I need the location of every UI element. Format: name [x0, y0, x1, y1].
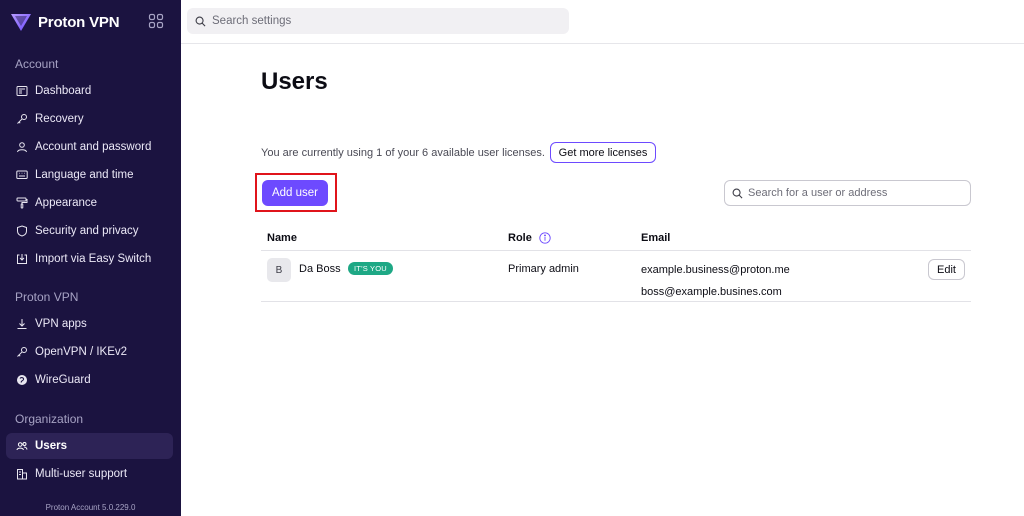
table-row-divider [261, 301, 971, 302]
sidebar-item-label: OpenVPN / IKEv2 [35, 346, 128, 358]
info-icon[interactable] [539, 232, 551, 244]
user-search[interactable] [724, 180, 971, 206]
settings-search-input[interactable] [212, 15, 552, 27]
column-header-name: Name [267, 232, 297, 244]
shield-icon [17, 225, 27, 237]
app-version: Proton Account 5.0.229.0 [45, 503, 136, 512]
sidebar-item-recovery[interactable]: Recovery [6, 106, 173, 132]
sidebar-item-label: VPN apps [35, 318, 87, 330]
user-icon [17, 142, 27, 153]
user-search-input[interactable] [748, 187, 968, 199]
key-icon [17, 114, 27, 124]
sidebar-item-openvpn-ikev2[interactable]: OpenVPN / IKEv2 [6, 339, 173, 365]
sidebar-item-account-and-password[interactable]: Account and password [6, 134, 173, 160]
sidebar-item-vpn-apps[interactable]: VPN apps [6, 311, 173, 337]
sidebar-item-label: Import via Easy Switch [35, 253, 152, 265]
page-title: Users [261, 68, 328, 95]
user-email-primary: example.business@proton.me [641, 264, 790, 276]
license-suffix: of your 6 available user licenses. [382, 147, 545, 159]
column-header-email: Email [641, 232, 670, 244]
sidebar-item-dashboard[interactable]: Dashboard [6, 78, 173, 104]
search-icon [732, 188, 743, 198]
sidebar-item-label: Account and password [35, 141, 152, 153]
section-title-organization: Organization [15, 412, 84, 426]
sidebar-item-wireguard[interactable]: WireGuard [6, 367, 173, 393]
get-more-licenses-button[interactable]: Get more licenses [550, 142, 656, 163]
sidebar-item-security-and-privacy[interactable]: Security and privacy [6, 218, 173, 244]
keyboard-icon [16, 170, 28, 179]
sidebar-item-label: Language and time [35, 169, 134, 181]
license-prefix: You are currently using [261, 147, 377, 159]
brand[interactable]: Proton VPN [10, 11, 120, 33]
sidebar-item-language-and-time[interactable]: Language and time [6, 162, 173, 188]
topbar [181, 0, 1024, 44]
edit-user-button[interactable]: Edit [928, 259, 965, 280]
key-icon [17, 347, 27, 357]
user-name: Da Boss [299, 263, 341, 275]
wireguard-icon [17, 375, 27, 385]
proton-vpn-logo-icon [11, 14, 31, 31]
buildings-icon [17, 469, 27, 480]
user-email-secondary: boss@example.busines.com [641, 286, 782, 298]
search-icon [195, 16, 206, 26]
column-header-role: Role [508, 232, 551, 244]
sidebar: Proton VPN Account Dashboard Recovery Ac… [0, 0, 181, 516]
sidebar-item-multi-user-support[interactable]: Multi-user support [6, 461, 173, 487]
section-title-account: Account [15, 57, 59, 71]
sidebar-item-label: Security and privacy [35, 225, 139, 237]
sidebar-item-import-via-easy-switch[interactable]: Import via Easy Switch [6, 246, 173, 272]
brand-name: Proton VPN [38, 13, 120, 31]
paint-roller-icon [16, 197, 28, 209]
apps-grid-icon[interactable] [148, 13, 164, 29]
license-info: You are currently using 1 of your 6 avai… [261, 147, 545, 159]
avatar: B [267, 258, 291, 282]
sidebar-item-label: Recovery [35, 113, 84, 125]
its-you-badge: IT'S YOU [348, 262, 393, 275]
download-icon [17, 319, 27, 329]
table-header-divider [261, 250, 971, 251]
sidebar-item-appearance[interactable]: Appearance [6, 190, 173, 216]
section-title-proton-vpn: Proton VPN [15, 290, 79, 304]
column-header-label: Role [508, 232, 532, 244]
import-icon [17, 254, 27, 264]
sidebar-item-label: Appearance [35, 197, 98, 209]
sidebar-item-label: Multi-user support [35, 468, 128, 480]
sidebar-item-label: Dashboard [35, 85, 92, 97]
add-user-button[interactable]: Add user [262, 180, 328, 206]
sidebar-item-label: Users [35, 440, 67, 452]
sidebar-item-label: WireGuard [35, 374, 91, 386]
users-icon [16, 442, 28, 451]
sidebar-item-users[interactable]: Users [6, 433, 173, 459]
column-header-label: Name [267, 232, 297, 244]
dashboard-icon [16, 86, 28, 96]
column-header-label: Email [641, 232, 671, 244]
user-role: Primary admin [508, 263, 579, 275]
settings-search[interactable] [187, 8, 569, 34]
